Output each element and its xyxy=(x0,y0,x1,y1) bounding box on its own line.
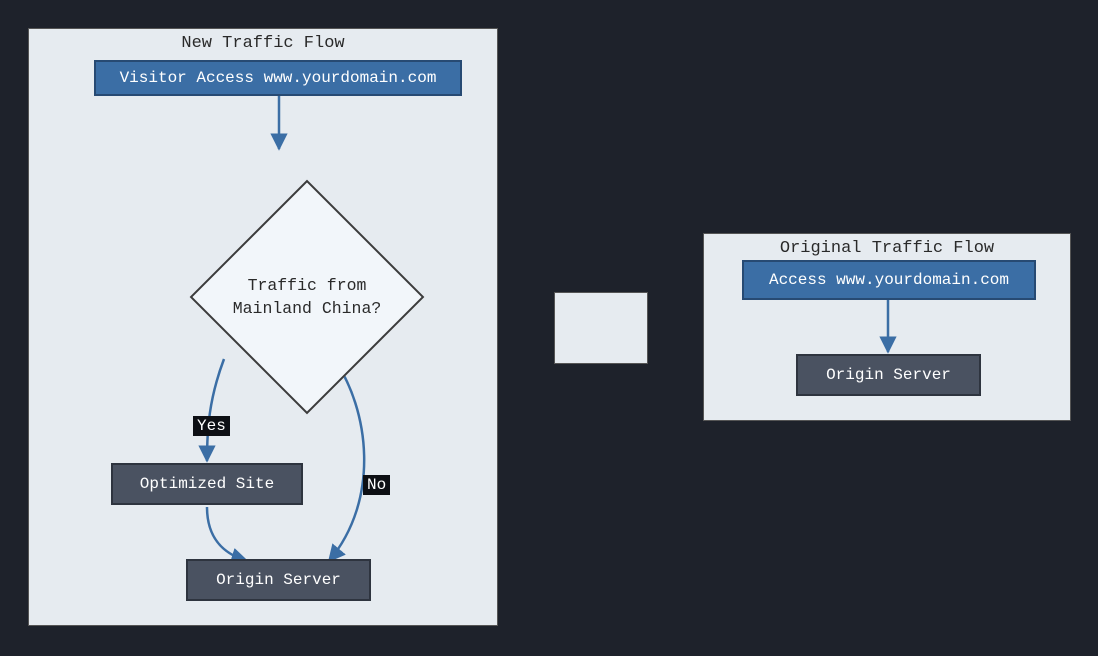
access-text: Access www.yourdomain.com xyxy=(769,271,1009,289)
panel-original-traffic-flow: Original Traffic Flow Access www.yourdom… xyxy=(703,233,1071,421)
optimized-site-box: Optimized Site xyxy=(111,463,303,505)
origin-server-text-right: Origin Server xyxy=(826,366,951,384)
origin-server-box-right: Origin Server xyxy=(796,354,981,396)
edge-label-no: No xyxy=(363,475,390,495)
edge-label-yes: Yes xyxy=(193,416,230,436)
origin-server-text-left: Origin Server xyxy=(216,571,341,589)
panel-center-blank xyxy=(554,292,648,364)
decision-text: Traffic from Mainland China? xyxy=(189,179,425,415)
optimized-site-text: Optimized Site xyxy=(140,475,274,493)
decision-diamond: Traffic from Mainland China? xyxy=(189,179,425,415)
panel-new-traffic-flow: New Traffic Flow Visitor Access www.your… xyxy=(28,28,498,626)
access-box: Access www.yourdomain.com xyxy=(742,260,1036,300)
origin-server-box-left: Origin Server xyxy=(186,559,371,601)
diagram-canvas: New Traffic Flow Visitor Access www.your… xyxy=(0,0,1098,656)
visitor-access-box: Visitor Access www.yourdomain.com xyxy=(94,60,462,96)
visitor-access-text: Visitor Access www.yourdomain.com xyxy=(120,69,437,87)
